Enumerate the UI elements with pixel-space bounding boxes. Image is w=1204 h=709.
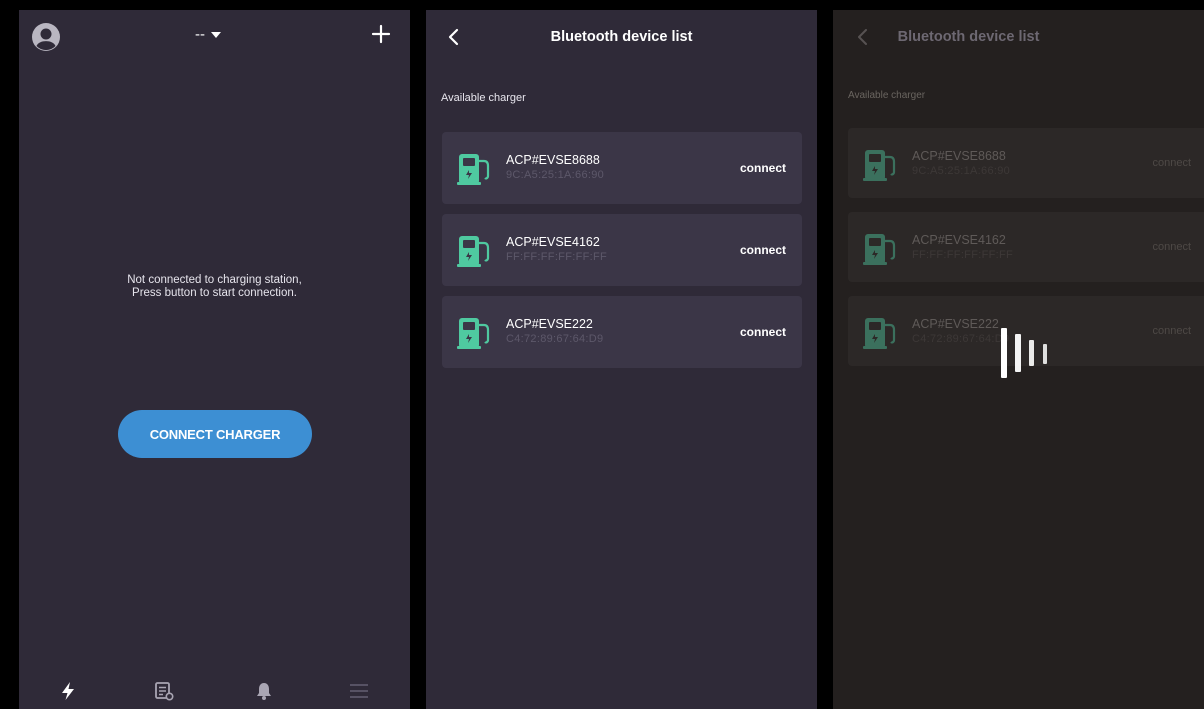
- charger-station-icon: [863, 150, 896, 181]
- status-line-2: Press button to start connection.: [132, 287, 297, 299]
- lightning-icon[interactable]: [57, 680, 79, 702]
- menu-icon[interactable]: [348, 680, 370, 702]
- device-name: ACP#EVSE222: [506, 317, 593, 331]
- connect-button[interactable]: connect: [740, 161, 786, 175]
- device-card: ACP#EVSE4162 FF:FF:FF:FF:FF:FF connect: [848, 212, 1204, 282]
- device-mac: 9C:A5:25:1A:66:90: [912, 165, 1011, 177]
- connect-button[interactable]: connect: [740, 243, 786, 257]
- device-mac: FF:FF:FF:FF:FF:FF: [506, 251, 608, 263]
- device-name: ACP#EVSE4162: [506, 235, 600, 249]
- caret-down-icon: [211, 31, 221, 38]
- charger-selector[interactable]: --: [195, 26, 221, 43]
- device-mac: 9C:A5:25:1A:66:90: [506, 169, 605, 181]
- connect-button: connect: [1152, 157, 1191, 169]
- connect-button: connect: [1152, 325, 1191, 337]
- connect-button: connect: [1152, 241, 1191, 253]
- charger-station-icon: [863, 318, 896, 349]
- device-name: ACP#EVSE8688: [506, 153, 600, 167]
- device-card[interactable]: ACP#EVSE4162 FF:FF:FF:FF:FF:FF connect: [442, 214, 802, 286]
- status-line-1: Not connected to charging station,: [127, 274, 302, 286]
- page-title: Bluetooth device list: [897, 29, 1040, 45]
- section-label: Available charger: [848, 90, 926, 101]
- plus-icon[interactable]: [369, 22, 393, 46]
- section-label: Available charger: [441, 92, 526, 104]
- device-card[interactable]: ACP#EVSE8688 9C:A5:25:1A:66:90 connect: [442, 132, 802, 204]
- loading-spinner-icon: [1001, 328, 1047, 378]
- charger-station-icon: [457, 318, 490, 349]
- device-card: ACP#EVSE8688 9C:A5:25:1A:66:90 connect: [848, 128, 1204, 198]
- records-icon[interactable]: [153, 680, 175, 702]
- device-card[interactable]: ACP#EVSE222 C4:72:89:67:64:D9 connect: [442, 296, 802, 368]
- device-mac: C4:72:89:67:64:D9: [506, 333, 604, 345]
- device-name: ACP#EVSE222: [912, 317, 999, 331]
- device-name: ACP#EVSE8688: [912, 149, 1006, 163]
- bell-icon[interactable]: [253, 680, 275, 702]
- charger-station-icon: [863, 234, 896, 265]
- charger-selector-value: --: [195, 26, 205, 43]
- device-mac: FF:FF:FF:FF:FF:FF: [912, 249, 1014, 261]
- device-mac: C4:72:89:67:64:D9: [912, 333, 1010, 345]
- charger-station-icon: [457, 236, 490, 267]
- connect-button[interactable]: connect: [740, 325, 786, 339]
- home-screen: -- Not connected to charging station, Pr…: [19, 10, 410, 709]
- charger-station-icon: [457, 154, 490, 185]
- connect-charger-button[interactable]: CONNECT CHARGER: [118, 410, 312, 458]
- page-title: Bluetooth device list: [550, 29, 693, 45]
- bluetooth-device-list-loading-screen: Bluetooth device list Available charger …: [833, 10, 1204, 709]
- bluetooth-device-list-screen: Bluetooth device list Available charger …: [426, 10, 817, 709]
- device-name: ACP#EVSE4162: [912, 233, 1006, 247]
- avatar-icon[interactable]: [31, 22, 61, 52]
- connection-status-message: Not connected to charging station, Press…: [19, 274, 410, 300]
